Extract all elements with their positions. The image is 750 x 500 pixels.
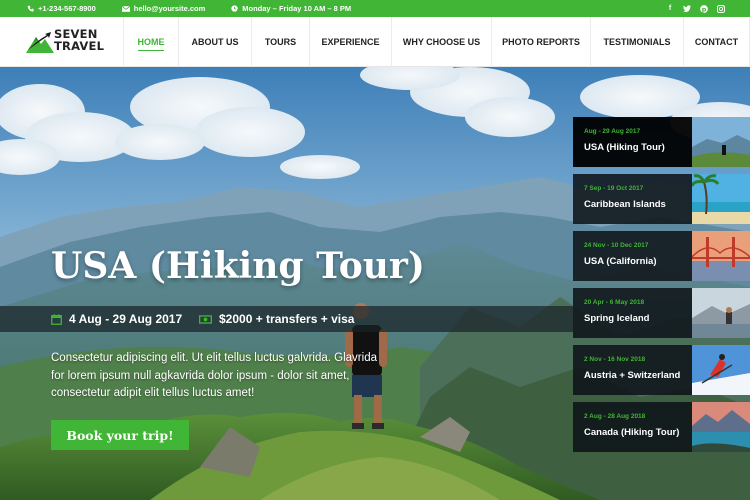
nav-item-home[interactable]: HOME [123,17,178,67]
tour-item-date: 20 Apr - 6 May 2018 [584,299,645,306]
social-links: f p [666,0,725,17]
tour-item-name: Caribbean Islands [584,199,666,210]
tour-thumbnail [692,174,750,224]
tour-item-date: 2 Nov - 16 Nov 2018 [584,356,646,363]
facebook-icon[interactable]: f [666,5,674,13]
hours-text: Monday – Friday 10 AM – 8 PM [242,4,352,13]
logo-line-2: TRAVEL [54,39,105,53]
tour-price-text: $2000 + transfers + visa [219,312,355,326]
clock-icon [231,5,238,12]
tour-thumbnail [692,117,750,167]
tour-info-band: 4 Aug - 29 Aug 2017 $2000 + transfers + … [0,306,573,332]
nav-item-experience[interactable]: EXPERIENCE [309,17,391,67]
tour-item-usa-hiking[interactable]: Aug - 29 Aug 2017 USA (Hiking Tour) [573,117,750,167]
tour-item-austria-switzerland[interactable]: 2 Nov - 16 Nov 2018 Austria + Switzerlan… [573,345,750,395]
nav-item-tours[interactable]: TOURS [251,17,309,67]
email-contact[interactable]: hello@yoursite.com [121,4,206,13]
tour-item-date: 24 Nov - 10 Dec 2017 [584,242,649,249]
tour-thumbnail [692,288,750,338]
tour-dates: 4 Aug - 29 Aug 2017 [51,312,182,326]
tour-thumbnail [692,402,750,452]
mountain-logo-icon [26,32,54,53]
svg-text:p: p [702,5,707,13]
twitter-icon[interactable] [683,5,691,13]
tour-dates-text: 4 Aug - 29 Aug 2017 [69,312,183,326]
tour-thumbnail [692,231,750,281]
logo-text: SEVEN TRAVEL [54,28,104,52]
book-trip-button[interactable]: Book your trip! [51,420,189,450]
tour-item-caribbean[interactable]: 7 Sep - 19 Oct 2017 Caribbean Islands [573,174,750,224]
tour-item-california[interactable]: 24 Nov - 10 Dec 2017 USA (California) [573,231,750,281]
hero-description: Consectetur adipiscing elit. Ut elit tel… [51,352,377,399]
phone-contact[interactable]: +1-234-567-8900 [27,4,96,13]
tour-item-canada-hiking[interactable]: 2 Aug - 28 Aug 2018 Canada (Hiking Tour) [573,402,750,452]
tour-item-iceland[interactable]: 20 Apr - 6 May 2018 Spring Iceland [573,288,750,338]
tour-thumbnail [692,345,750,395]
main-navigation: HOME ABOUT US TOURS EXPERIENCE WHY CHOOS… [123,17,750,67]
tour-item-name: Canada (Hiking Tour) [584,427,680,438]
nav-item-testimonials[interactable]: TESTIMONIALS [590,17,683,67]
tour-price: $2000 + transfers + visa [199,312,354,326]
phone-icon [27,5,34,12]
site-logo[interactable]: SEVEN TRAVEL [26,27,116,57]
money-icon [199,314,212,324]
tour-item-date: Aug - 29 Aug 2017 [584,128,641,135]
hero-title: USA (Hiking Tour) [51,245,425,287]
email-address: hello@yoursite.com [133,4,206,13]
nav-item-photo-reports[interactable]: PHOTO REPORTS [491,17,590,67]
phone-number: +1-234-567-8900 [38,4,96,13]
nav-item-contact[interactable]: CONTACT [683,17,750,67]
tour-item-name: Austria + Switzerland [584,370,681,381]
tour-item-name: USA (California) [584,256,657,267]
hero-slider: USA (Hiking Tour) 4 Aug - 29 Aug 2017 $2… [0,67,750,500]
main-header: SEVEN TRAVEL HOME ABOUT US TOURS EXPERIE… [0,17,750,67]
top-bar: +1-234-567-8900 hello@yoursite.com Monda… [0,0,750,17]
tour-item-name: Spring Iceland [584,313,650,324]
tour-item-date: 2 Aug - 28 Aug 2018 [584,413,646,420]
tour-item-date: 7 Sep - 19 Oct 2017 [584,185,644,192]
pinterest-icon[interactable]: p [700,4,708,13]
nav-item-about-us[interactable]: ABOUT US [178,17,251,67]
calendar-icon [51,313,62,325]
opening-hours: Monday – Friday 10 AM – 8 PM [231,4,351,13]
envelope-icon [121,5,130,12]
instagram-icon[interactable] [717,4,725,13]
nav-item-why-choose-us[interactable]: WHY CHOOSE US [391,17,491,67]
tour-item-name: USA (Hiking Tour) [584,142,665,153]
